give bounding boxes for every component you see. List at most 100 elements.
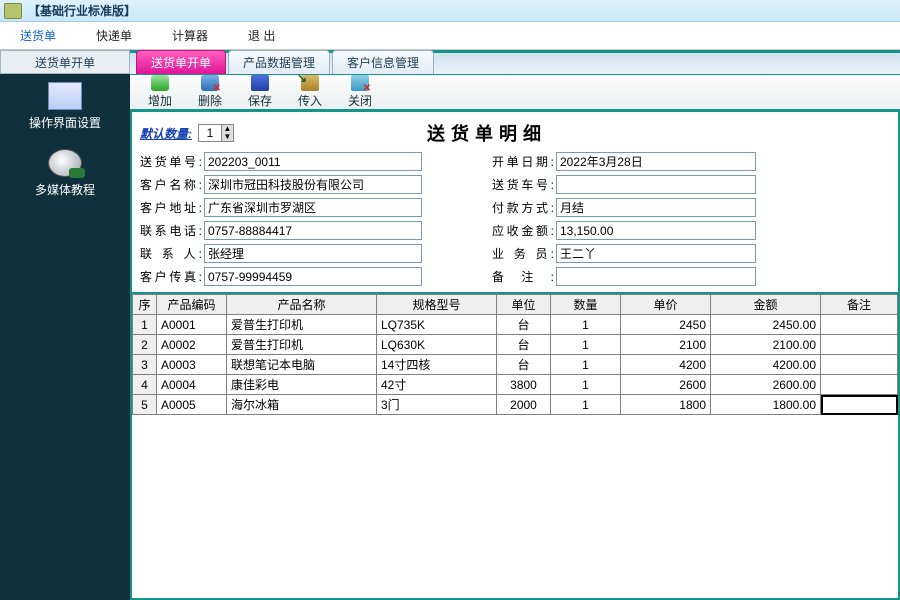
import-button[interactable]: 传入 bbox=[288, 75, 332, 109]
sidebar-item-tutorial[interactable]: 多媒体教程 bbox=[0, 141, 130, 208]
field-label-pay_method: 付款方式: bbox=[492, 199, 556, 216]
cell-code[interactable]: A0003 bbox=[157, 355, 227, 375]
cell-name[interactable]: 爱普生打印机 bbox=[227, 335, 377, 355]
field-input-receivable[interactable] bbox=[556, 221, 756, 240]
cell-amt[interactable]: 2600.00 bbox=[711, 375, 821, 395]
table-row[interactable]: 2A0002爱普生打印机LQ630K台121002100.00 bbox=[133, 335, 898, 355]
cell-qty[interactable]: 1 bbox=[551, 395, 621, 415]
field-input-cust_name[interactable] bbox=[204, 175, 422, 194]
table-row[interactable]: 1A0001爱普生打印机LQ735K台124502450.00 bbox=[133, 315, 898, 335]
cell-name[interactable]: 康佳彩电 bbox=[227, 375, 377, 395]
cell-note[interactable] bbox=[821, 355, 898, 375]
cell-name[interactable]: 海尔冰箱 bbox=[227, 395, 377, 415]
cell-price[interactable]: 1800 bbox=[621, 395, 711, 415]
cell-rn[interactable]: 5 bbox=[133, 395, 157, 415]
cell-unit[interactable]: 台 bbox=[497, 335, 551, 355]
column-header[interactable]: 单价 bbox=[621, 295, 711, 315]
field-input-pay_method[interactable] bbox=[556, 198, 756, 217]
field-label-order_no: 送货单号: bbox=[140, 153, 204, 170]
cell-rn[interactable]: 3 bbox=[133, 355, 157, 375]
cell-spec[interactable]: 14寸四核 bbox=[377, 355, 497, 375]
column-header[interactable]: 单位 bbox=[497, 295, 551, 315]
cell-unit[interactable]: 2000 bbox=[497, 395, 551, 415]
app-icon bbox=[4, 3, 22, 19]
window-title: 【基础行业标准版】 bbox=[28, 2, 136, 19]
cell-amt[interactable]: 2450.00 bbox=[711, 315, 821, 335]
table-row[interactable]: 4A0004康佳彩电42寸3800126002600.00 bbox=[133, 375, 898, 395]
cell-price[interactable]: 2450 bbox=[621, 315, 711, 335]
column-header[interactable]: 规格型号 bbox=[377, 295, 497, 315]
cell-spec[interactable]: 3门 bbox=[377, 395, 497, 415]
cell-rn[interactable]: 1 bbox=[133, 315, 157, 335]
delete-button[interactable]: 删除 bbox=[188, 75, 232, 109]
sidebar: 送货单开单 操作界面设置 多媒体教程 bbox=[0, 50, 130, 600]
cell-code[interactable]: A0004 bbox=[157, 375, 227, 395]
cell-price[interactable]: 2100 bbox=[621, 335, 711, 355]
cell-spec[interactable]: LQ735K bbox=[377, 315, 497, 335]
step-down-icon[interactable]: ▼ bbox=[221, 133, 233, 141]
field-label-fax: 客户传真: bbox=[140, 268, 204, 285]
cell-note[interactable] bbox=[821, 335, 898, 355]
save-button[interactable]: 保存 bbox=[238, 75, 282, 109]
cell-qty[interactable]: 1 bbox=[551, 335, 621, 355]
cell-unit[interactable]: 台 bbox=[497, 315, 551, 335]
form-title: 送货单明细 bbox=[234, 120, 740, 146]
add-button[interactable]: 增加 bbox=[138, 75, 182, 109]
cell-qty[interactable]: 1 bbox=[551, 315, 621, 335]
field-input-contact[interactable] bbox=[204, 244, 422, 263]
cell-note[interactable] bbox=[821, 375, 898, 395]
default-qty-stepper[interactable]: ▲▼ bbox=[198, 124, 234, 142]
field-label-phone: 联系电话: bbox=[140, 222, 204, 239]
cell-qty[interactable]: 1 bbox=[551, 375, 621, 395]
cell-unit[interactable]: 台 bbox=[497, 355, 551, 375]
field-input-phone[interactable] bbox=[204, 221, 422, 240]
column-header[interactable]: 金额 bbox=[711, 295, 821, 315]
cell-code[interactable]: A0002 bbox=[157, 335, 227, 355]
table-row[interactable]: 5A0005海尔冰箱3门2000118001800.00 bbox=[133, 395, 898, 415]
default-qty-input[interactable] bbox=[199, 125, 221, 141]
cell-price[interactable]: 4200 bbox=[621, 355, 711, 375]
cell-amt[interactable]: 1800.00 bbox=[711, 395, 821, 415]
field-input-clerk[interactable] bbox=[556, 244, 756, 263]
field-input-truck_no[interactable] bbox=[556, 175, 756, 194]
field-input-order_no[interactable] bbox=[204, 152, 422, 171]
close-button[interactable]: 关闭 bbox=[338, 75, 382, 109]
field-label-contact: 联 系 人: bbox=[140, 245, 204, 262]
field-input-cust_addr[interactable] bbox=[204, 198, 422, 217]
cell-code[interactable]: A0005 bbox=[157, 395, 227, 415]
tab-product-data[interactable]: 产品数据管理 bbox=[228, 50, 330, 74]
cell-note[interactable] bbox=[821, 395, 898, 415]
cell-amt[interactable]: 4200.00 bbox=[711, 355, 821, 375]
tab-customer-info[interactable]: 客户信息管理 bbox=[332, 50, 434, 74]
cell-code[interactable]: A0001 bbox=[157, 315, 227, 335]
cell-rn[interactable]: 4 bbox=[133, 375, 157, 395]
column-header[interactable]: 数量 bbox=[551, 295, 621, 315]
field-label-clerk: 业 务 员: bbox=[492, 245, 556, 262]
field-input-order_date[interactable] bbox=[556, 152, 756, 171]
menu-exit[interactable]: 退 出 bbox=[228, 22, 295, 50]
menu-express[interactable]: 快递单 bbox=[76, 22, 152, 50]
cell-spec[interactable]: 42寸 bbox=[377, 375, 497, 395]
cell-note[interactable] bbox=[821, 315, 898, 335]
tab-delivery-create[interactable]: 送货单开单 bbox=[136, 50, 226, 74]
field-input-fax[interactable] bbox=[204, 267, 422, 286]
column-header[interactable]: 产品编码 bbox=[157, 295, 227, 315]
field-input-remark[interactable] bbox=[556, 267, 756, 286]
cell-amt[interactable]: 2100.00 bbox=[711, 335, 821, 355]
cell-rn[interactable]: 2 bbox=[133, 335, 157, 355]
cell-name[interactable]: 爱普生打印机 bbox=[227, 315, 377, 335]
detail-table[interactable]: 序产品编码产品名称规格型号单位数量单价金额备注 1A0001爱普生打印机LQ73… bbox=[132, 294, 898, 415]
column-header[interactable]: 序 bbox=[133, 295, 157, 315]
cell-price[interactable]: 2600 bbox=[621, 375, 711, 395]
cell-qty[interactable]: 1 bbox=[551, 355, 621, 375]
sidebar-header: 送货单开单 bbox=[0, 50, 130, 74]
sidebar-item-ui-settings[interactable]: 操作界面设置 bbox=[0, 74, 130, 141]
menu-delivery[interactable]: 送货单 bbox=[0, 22, 76, 50]
column-header[interactable]: 备注 bbox=[821, 295, 898, 315]
column-header[interactable]: 产品名称 bbox=[227, 295, 377, 315]
cell-name[interactable]: 联想笔记本电脑 bbox=[227, 355, 377, 375]
cell-unit[interactable]: 3800 bbox=[497, 375, 551, 395]
table-row[interactable]: 3A0003联想笔记本电脑14寸四核台142004200.00 bbox=[133, 355, 898, 375]
menu-calculator[interactable]: 计算器 bbox=[152, 22, 228, 50]
cell-spec[interactable]: LQ630K bbox=[377, 335, 497, 355]
